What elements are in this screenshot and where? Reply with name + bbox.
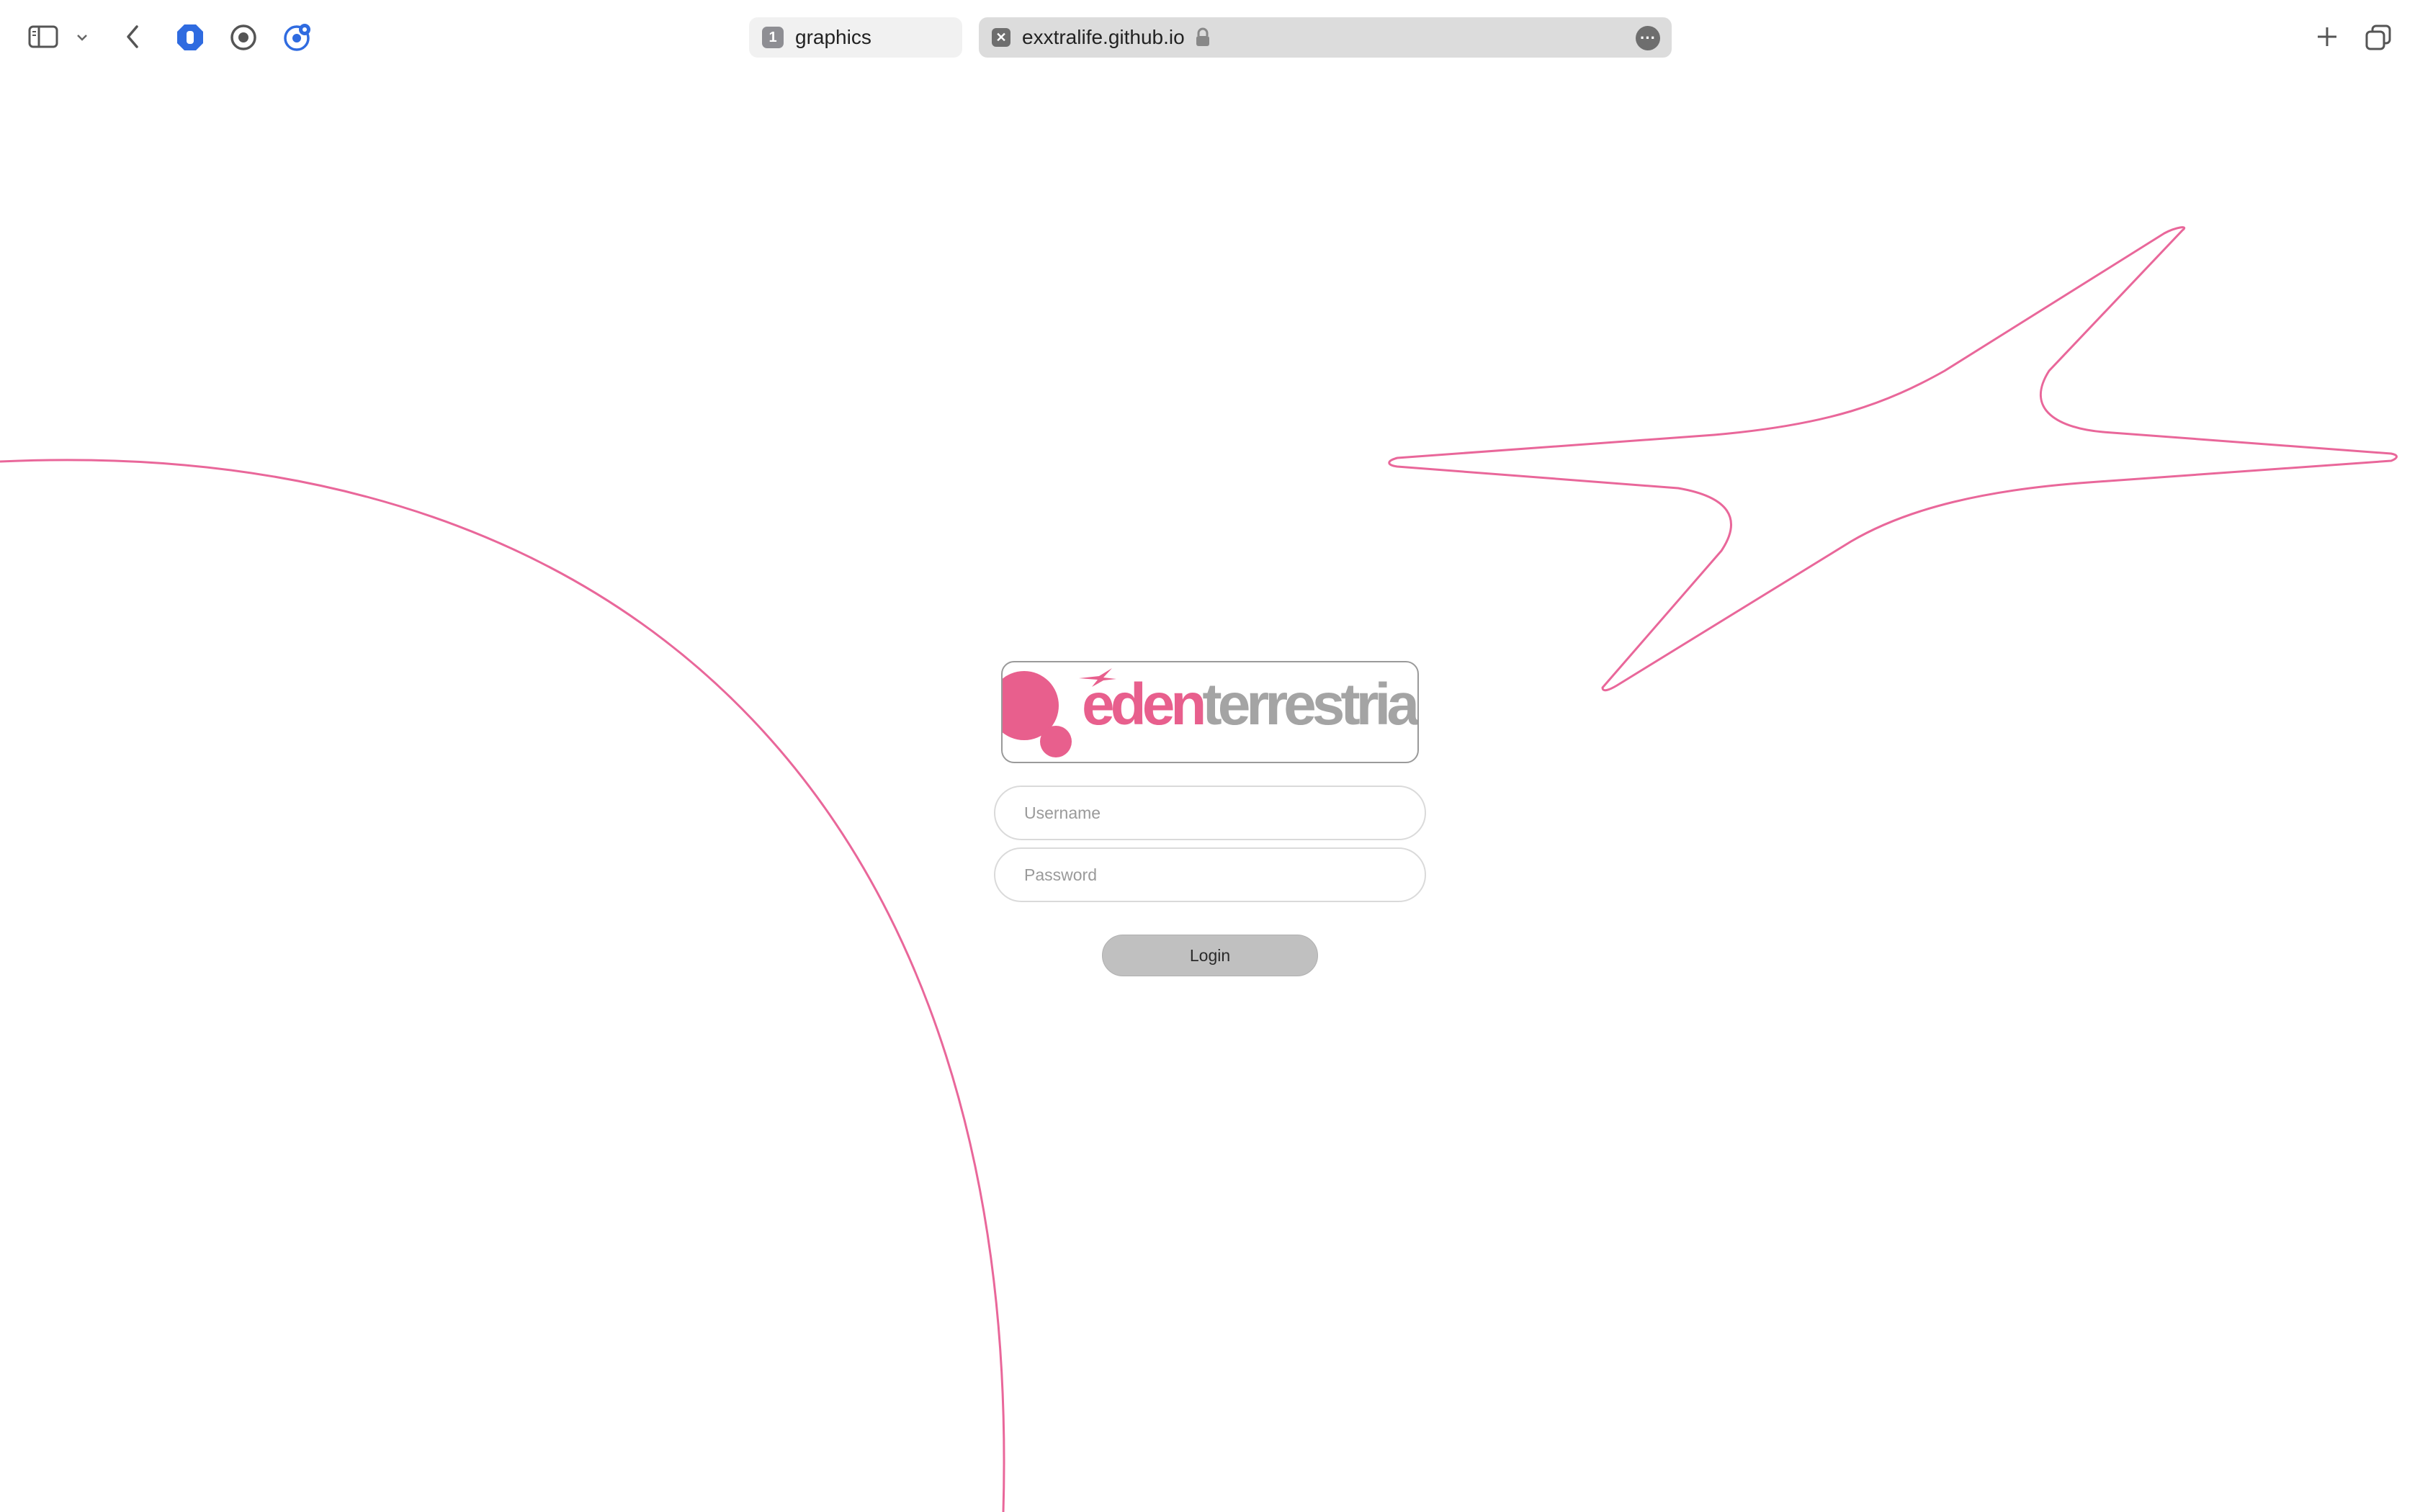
password-input[interactable] — [994, 847, 1426, 902]
logo-text-terrestrial: terrestrial — [1202, 672, 1419, 737]
brand-logo: edenterrestrial — [1001, 661, 1419, 763]
decorative-star — [1388, 226, 2398, 692]
logo-wordmark: edenterrestrial — [1082, 672, 1419, 737]
login-button[interactable]: Login — [1102, 935, 1318, 976]
logo-text-eden: eden — [1082, 672, 1206, 737]
username-input[interactable] — [994, 786, 1426, 840]
decorative-arc — [0, 459, 1005, 1512]
